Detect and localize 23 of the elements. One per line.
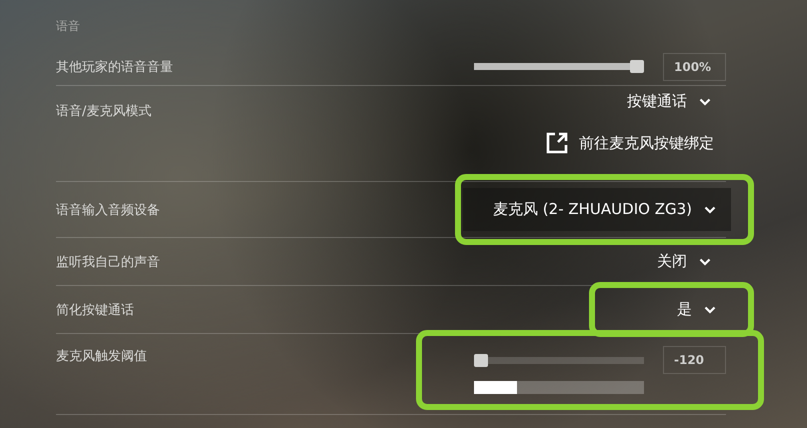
keybind-link[interactable]: 前往麦克风按键绑定 bbox=[579, 134, 714, 152]
chevron-icon bbox=[699, 98, 711, 106]
chevron-icon bbox=[699, 258, 711, 266]
setting-label: 麦克风触发阈值 bbox=[56, 348, 147, 365]
slider-thumb[interactable] bbox=[474, 354, 488, 367]
external-link-icon bbox=[545, 131, 569, 155]
setting-label: 其他玩家的语音音量 bbox=[56, 58, 173, 76]
section-title: 语音 bbox=[56, 18, 81, 35]
dropdown[interactable]: 关闭 bbox=[637, 246, 726, 277]
threshold-slider[interactable] bbox=[474, 354, 644, 367]
setting-label: 简化按键通话 bbox=[56, 302, 134, 318]
chevron-icon bbox=[704, 306, 716, 314]
dropdown[interactable]: 按键通话 bbox=[607, 86, 726, 117]
value-field[interactable]: 100% bbox=[663, 52, 726, 80]
value-field[interactable]: -120 bbox=[663, 346, 726, 374]
dropdown[interactable]: 麦克风 (2- ZHUAUDIO ZG3) bbox=[463, 188, 731, 231]
dropdown[interactable]: 是 bbox=[657, 294, 731, 325]
chevron-icon bbox=[704, 206, 716, 214]
slider-thumb[interactable] bbox=[630, 60, 644, 73]
setting-label: 监听我自己的声音 bbox=[56, 254, 160, 270]
setting-label: 语音/麦克风模式 bbox=[56, 103, 152, 120]
volume-slider[interactable] bbox=[474, 60, 644, 73]
setting-label: 语音输入音频设备 bbox=[56, 202, 160, 218]
